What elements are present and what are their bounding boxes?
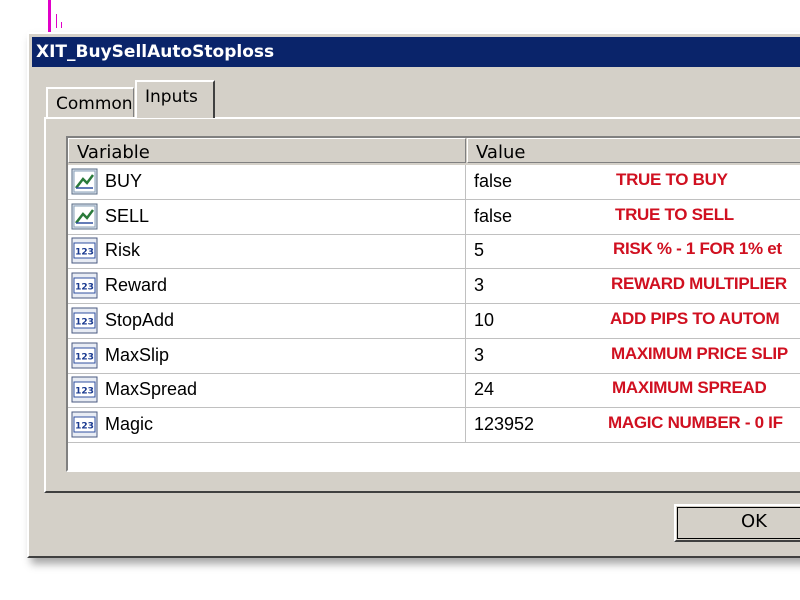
variable-name: Reward xyxy=(105,275,168,296)
variable-name: Magic xyxy=(105,413,154,434)
table-row[interactable]: 123 StopAdd 10 ADD PIPS TO AUTOM xyxy=(68,303,800,339)
number-icon: 123 xyxy=(71,237,98,264)
variable-cell: 123 Risk xyxy=(68,234,466,269)
table-row[interactable]: BUY false TRUE TO BUY xyxy=(68,165,800,200)
chart-marker-tick xyxy=(61,22,62,28)
value-cell[interactable]: 3 xyxy=(474,269,484,302)
tab-inputs[interactable]: Inputs xyxy=(135,80,215,118)
variable-name: MaxSpread xyxy=(105,379,198,400)
svg-text:123: 123 xyxy=(75,248,94,258)
value-cell[interactable]: false xyxy=(474,165,512,198)
bool-icon xyxy=(71,168,98,195)
column-header-variable[interactable]: Variable xyxy=(68,138,466,163)
value-cell[interactable]: 24 xyxy=(474,373,494,406)
value-cell[interactable]: 123952 xyxy=(474,408,534,441)
annotation-note: REWARD MULTIPLIER xyxy=(611,274,787,294)
variable-cell: BUY xyxy=(68,165,466,199)
annotation-note: TRUE TO SELL xyxy=(615,204,734,224)
variable-cell: 123 MaxSlip xyxy=(68,338,466,373)
ok-button[interactable]: OK xyxy=(674,504,800,542)
variable-cell: 123 Magic xyxy=(68,407,466,442)
svg-text:123: 123 xyxy=(75,387,94,397)
grid-header: Variable Value xyxy=(68,138,800,165)
number-icon: 123 xyxy=(71,272,98,299)
variable-cell: 123 MaxSpread xyxy=(68,373,466,408)
variable-name: MaxSlip xyxy=(105,344,170,365)
table-row[interactable]: 123 Magic 123952 MAGIC NUMBER - 0 IF xyxy=(68,407,800,443)
variable-cell: 123 Reward xyxy=(68,269,466,304)
value-cell[interactable]: 3 xyxy=(474,339,484,372)
table-row[interactable]: 123 Reward 3 REWARD MULTIPLIER xyxy=(68,269,800,305)
input-parameters-dialog: XIT_BuySellAutoStoploss Common Inputs Va… xyxy=(27,32,800,558)
variable-name: StopAdd xyxy=(105,309,175,330)
tab-common[interactable]: Common xyxy=(46,87,134,117)
svg-text:123: 123 xyxy=(75,283,94,293)
table-row[interactable]: SELL false TRUE TO SELL xyxy=(68,199,800,235)
variable-cell: SELL xyxy=(68,199,466,234)
svg-text:123: 123 xyxy=(75,317,94,327)
svg-text:123: 123 xyxy=(75,352,94,362)
annotation-note: TRUE TO BUY xyxy=(616,170,728,189)
value-cell[interactable]: 5 xyxy=(474,234,484,267)
variable-name: Risk xyxy=(105,240,140,261)
number-icon: 123 xyxy=(71,411,98,438)
table-row[interactable]: 123 Risk 5 RISK % - 1 FOR 1% et xyxy=(68,234,800,270)
value-cell[interactable]: false xyxy=(474,200,512,233)
number-icon: 123 xyxy=(71,307,98,334)
table-row[interactable]: 123 MaxSlip 3 MAXIMUM PRICE SLIP xyxy=(68,338,800,374)
annotation-note: MAXIMUM PRICE SLIP xyxy=(611,343,788,363)
bool-icon xyxy=(71,203,98,230)
annotation-note: MAXIMUM SPREAD xyxy=(612,378,767,398)
column-header-value[interactable]: Value xyxy=(467,138,800,163)
value-cell[interactable]: 10 xyxy=(474,304,494,337)
number-icon: 123 xyxy=(71,376,98,403)
variable-name: SELL xyxy=(105,205,150,226)
annotation-note: ADD PIPS TO AUTOM xyxy=(610,308,780,328)
window-title[interactable]: XIT_BuySellAutoStoploss xyxy=(32,37,800,67)
table-row[interactable]: 123 MaxSpread 24 MAXIMUM SPREAD xyxy=(68,373,800,409)
variable-cell: 123 StopAdd xyxy=(68,303,466,338)
number-icon: 123 xyxy=(71,342,98,369)
svg-text:123: 123 xyxy=(75,421,94,431)
parameters-grid: Variable Value BUY false TRUE TO BUY SELL fa… xyxy=(66,136,800,472)
annotation-note: RISK % - 1 FOR 1% et xyxy=(613,239,782,259)
annotation-note: MAGIC NUMBER - 0 IF xyxy=(608,412,783,432)
variable-name: BUY xyxy=(105,171,143,191)
inputs-panel: Variable Value BUY false TRUE TO BUY SELL fa… xyxy=(44,117,800,493)
chart-marker-tick xyxy=(56,14,57,28)
